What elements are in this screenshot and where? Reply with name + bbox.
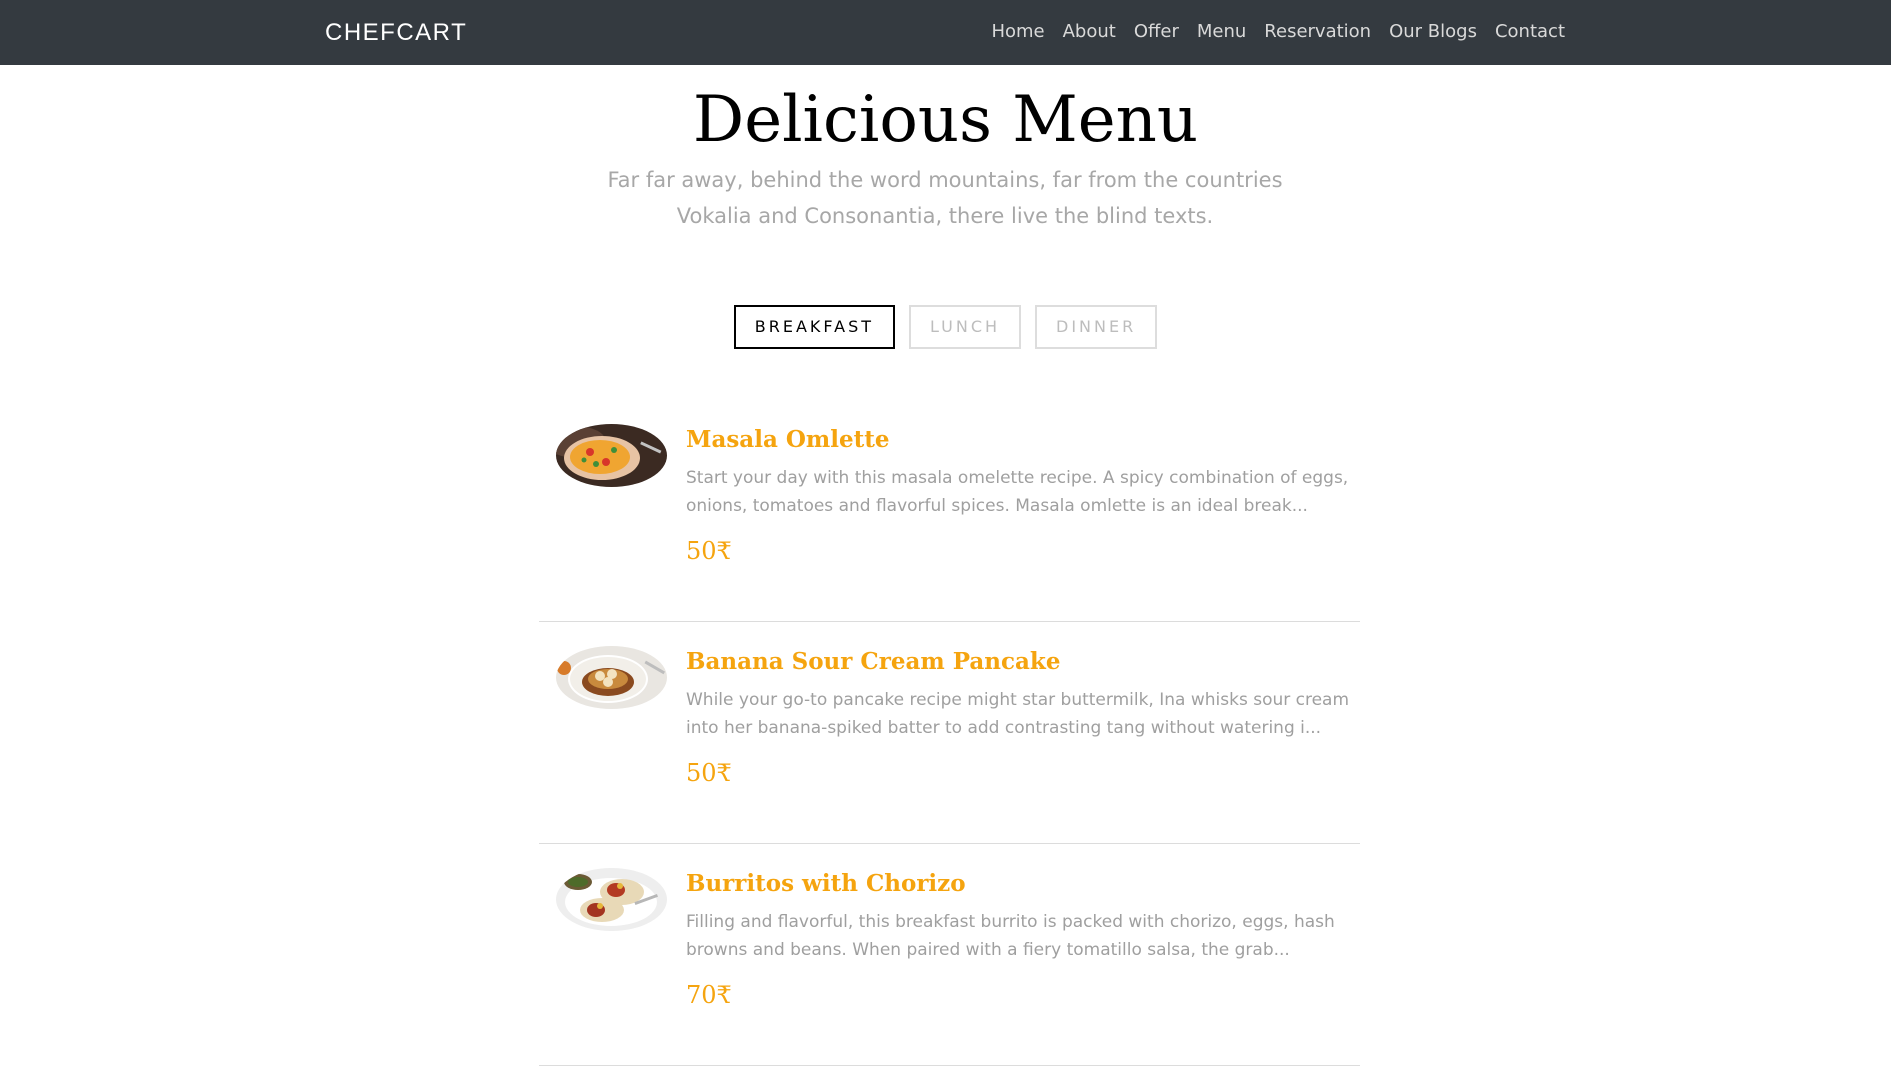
top-navbar: CHEFCART Home About Offer Menu Reservati… [0,0,1891,65]
section-subtitle: Far far away, behind the word mountains,… [607,168,1283,228]
dish-name[interactable]: Masala Omlette [686,424,1356,456]
dish-description: Start your day with this masala omelette… [686,468,1349,516]
nav-link-contact[interactable]: Contact [1495,20,1565,44]
dish-price: 70₹ [686,981,732,1009]
dish-price: 50₹ [686,537,732,565]
menu-item: Burritos with Chorizo Filling and flavor… [539,844,1360,1066]
dish-details: Masala Omlette Start your day with this … [686,424,1356,566]
tab-dinner[interactable]: DINNER [1035,305,1158,349]
masala-omelette-image[interactable] [556,424,667,487]
dish-price: 50₹ [686,759,732,787]
menu-tabs: BREAKFAST LUNCH DINNER [0,305,1891,349]
nav-link-menu[interactable]: Menu [1197,20,1246,44]
section-title: Delicious Menu [692,83,1199,157]
tab-lunch[interactable]: LUNCH [909,305,1022,349]
dish-description: While your go-to pancake recipe might st… [686,690,1350,738]
nav-link-our-blogs[interactable]: Our Blogs [1389,20,1477,44]
dish-name[interactable]: Banana Sour Cream Pancake [686,646,1356,678]
pancake-image[interactable] [556,646,667,709]
nav-link-offer[interactable]: Offer [1134,20,1179,44]
nav-link-home[interactable]: Home [991,20,1044,44]
dish-details: Burritos with Chorizo Filling and flavor… [686,868,1356,1010]
tab-breakfast[interactable]: BREAKFAST [733,305,896,349]
brand-logo[interactable]: CHEFCART [325,19,467,47]
dish-details: Banana Sour Cream Pancake While your go-… [686,646,1356,788]
nav-link-about[interactable]: About [1063,20,1116,44]
menu-item: Banana Sour Cream Pancake While your go-… [539,622,1360,844]
menu-item: Masala Omlette Start your day with this … [539,400,1360,622]
dish-name[interactable]: Burritos with Chorizo [686,868,1356,900]
menu-list: Masala Omlette Start your day with this … [539,400,1360,1066]
nav-link-reservation[interactable]: Reservation [1264,20,1371,44]
nav-links: Home About Offer Menu Reservation Our Bl… [991,20,1565,44]
dish-description: Filling and flavorful, this breakfast bu… [686,912,1335,960]
burrito-image[interactable] [556,868,667,931]
